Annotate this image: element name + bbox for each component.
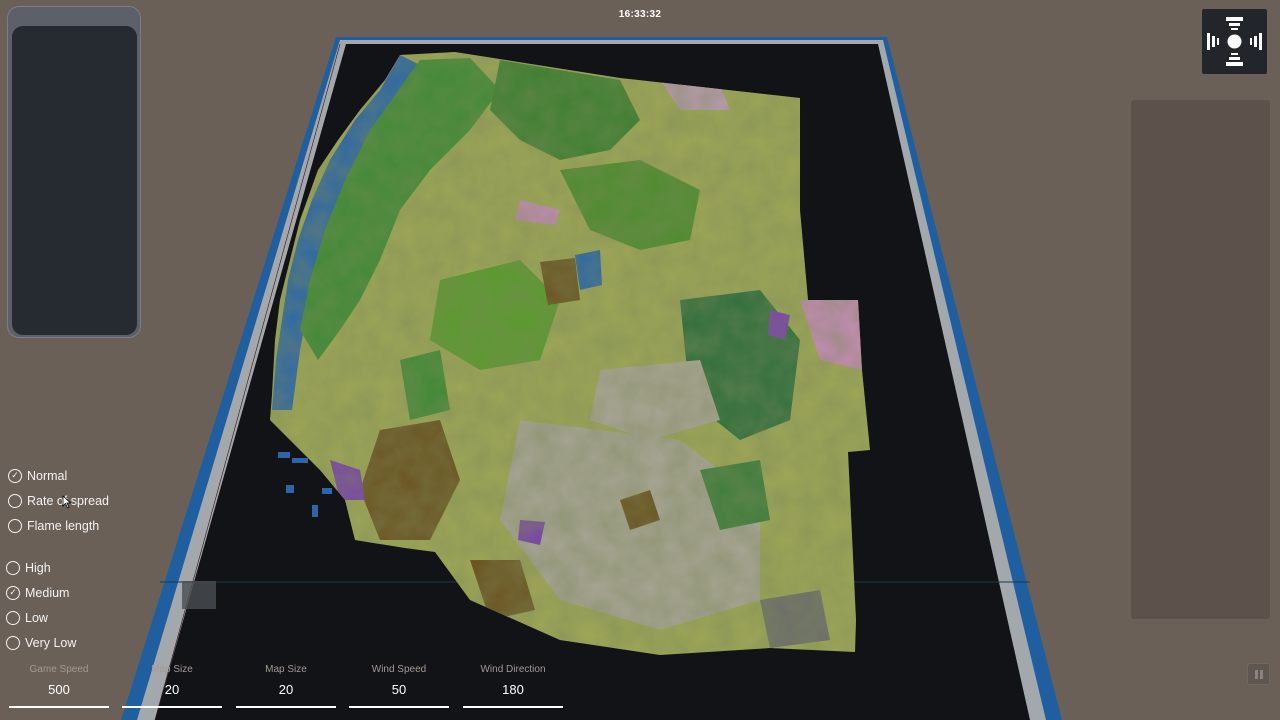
radio-circle [8, 518, 22, 533]
radio-label: Low [25, 610, 48, 625]
radio-rate-of-spread[interactable]: Rate of spread [8, 488, 109, 513]
wind-speed-field[interactable]: Wind Speed 50 [349, 662, 449, 710]
radio-label: High [25, 560, 51, 575]
radio-circle [8, 493, 22, 508]
radio-circle [6, 610, 20, 625]
radio-label: Very Low [25, 635, 77, 650]
radio-very-low[interactable]: Very Low [6, 630, 76, 655]
pause-icon-bar [1260, 670, 1263, 679]
radio-circle [6, 635, 20, 650]
radio-medium[interactable]: ✓ Medium [6, 580, 76, 605]
radio-high[interactable]: High [6, 555, 76, 580]
checkmark-icon: ✓ [11, 470, 19, 480]
field-label: Map Size [151, 664, 193, 675]
map-size-field-1[interactable]: Map Size 20 [122, 662, 222, 710]
radio-flame-length[interactable]: Flame length [8, 513, 109, 538]
mouse-cursor-icon [62, 495, 72, 509]
field-value: 20 [278, 682, 294, 697]
radio-circle: ✓ [8, 468, 22, 483]
radio-label: Medium [25, 585, 70, 600]
board-marker [182, 581, 216, 609]
signal-antenna-icon[interactable] [1202, 9, 1267, 74]
map-viewport[interactable] [0, 0, 1280, 720]
field-label: Wind Speed [371, 664, 427, 675]
wind-direction-field[interactable]: Wind Direction 180 [463, 662, 563, 710]
field-value: 180 [502, 682, 524, 697]
radio-circle [6, 560, 20, 575]
radio-normal[interactable]: ✓ Normal [8, 463, 109, 488]
pause-button[interactable] [1247, 663, 1270, 685]
info-panel [1131, 100, 1270, 619]
view-mode-radio-group: ✓ Normal Rate of spread Flame length [8, 463, 109, 538]
radio-label: Flame length [27, 518, 100, 533]
pause-icon [1255, 670, 1258, 679]
intensity-radio-group: High ✓ Medium Low Very Low [6, 555, 76, 655]
field-value: 20 [164, 682, 180, 697]
field-value: 50 [391, 682, 407, 697]
game-clock: 16:33:32 [618, 9, 662, 20]
radio-label: Normal [27, 468, 68, 483]
field-label: Wind Direction [480, 664, 546, 675]
minimap-panel-body [12, 26, 137, 335]
radio-circle: ✓ [6, 585, 20, 600]
field-value: 500 [48, 682, 70, 697]
radio-low[interactable]: Low [6, 605, 76, 630]
map-size-field-2[interactable]: Map Size 20 [236, 662, 336, 710]
game-speed-field[interactable]: Game Speed 500 [9, 662, 109, 710]
game-screen: 16:33:32 ✓ Normal Rate of spread Flame l… [0, 0, 1280, 720]
checkmark-icon: ✓ [9, 587, 17, 597]
minimap-panel [7, 6, 141, 338]
field-label: Game Speed [29, 664, 89, 675]
field-label: Map Size [265, 664, 307, 675]
